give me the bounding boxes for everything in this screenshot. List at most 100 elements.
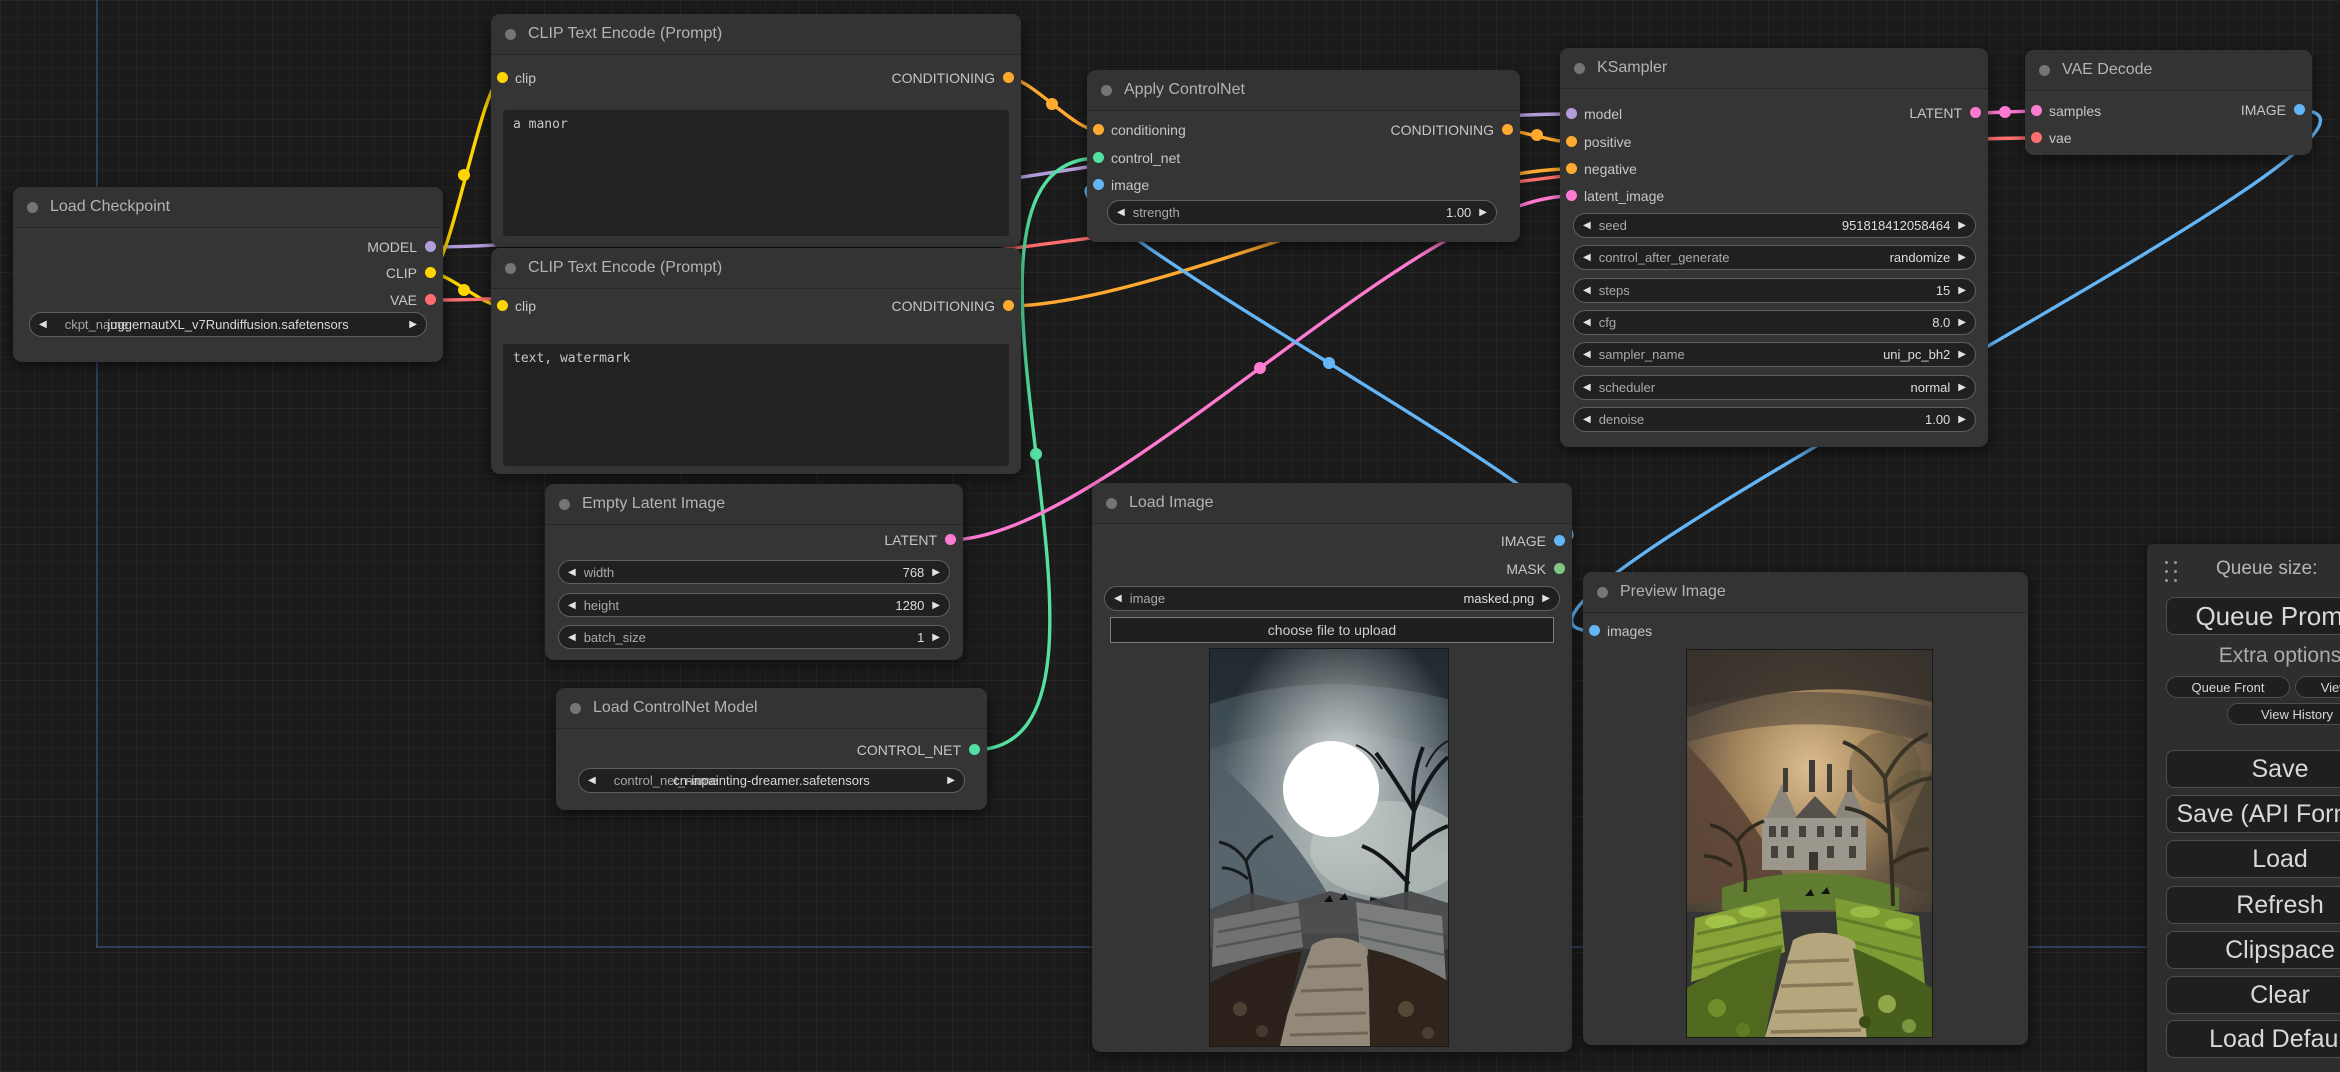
strength-widget[interactable]: ◀ strength 1.00 ▶ <box>1107 200 1497 225</box>
node-title-bar[interactable]: Load Checkpoint <box>13 187 443 228</box>
increment-icon[interactable]: ▶ <box>1958 214 1966 237</box>
decrement-icon[interactable]: ◀ <box>1117 201 1125 224</box>
decrement-icon[interactable]: ◀ <box>568 626 576 649</box>
collapse-dot-icon[interactable] <box>559 499 570 510</box>
node-title-bar[interactable]: KSampler <box>1560 48 1988 89</box>
node-title-bar[interactable]: Preview Image <box>1583 572 2028 613</box>
increment-icon[interactable]: ▶ <box>1479 201 1487 224</box>
steps-widget[interactable]: ◀ steps 15 ▶ <box>1573 278 1976 303</box>
output-slot-model[interactable] <box>425 241 436 252</box>
decrement-icon[interactable]: ◀ <box>1583 311 1591 334</box>
increment-icon[interactable]: ▶ <box>1958 246 1966 269</box>
input-slot-positive[interactable] <box>1566 136 1577 147</box>
refresh-button[interactable]: Refresh <box>2166 886 2340 924</box>
ckpt-name-widget[interactable]: ◀ ckpt_name juggernautXL_v7Rundiffusion.… <box>29 312 427 337</box>
prev-value-icon[interactable]: ◀ <box>588 769 596 792</box>
queue-front-button[interactable]: Queue Front <box>2166 676 2290 698</box>
node-title-bar[interactable]: Apply ControlNet <box>1087 70 1520 111</box>
collapse-dot-icon[interactable] <box>1101 85 1112 96</box>
decrement-icon[interactable]: ◀ <box>568 594 576 617</box>
drag-handle-icon[interactable] <box>2165 561 2178 584</box>
collapse-dot-icon[interactable] <box>505 263 516 274</box>
node-title-bar[interactable]: CLIP Text Encode (Prompt) <box>491 14 1021 55</box>
output-slot-clip[interactable] <box>425 267 436 278</box>
node-load-checkpoint[interactable]: Load Checkpoint MODEL CLIP VAE ◀ ckpt_na… <box>13 187 443 362</box>
output-slot-image[interactable] <box>1554 535 1565 546</box>
input-slot-latent-image[interactable] <box>1566 190 1577 201</box>
next-value-icon[interactable]: ▶ <box>1542 587 1550 610</box>
node-load-image[interactable]: Load Image IMAGE MASK ◀ image masked.png… <box>1092 483 1572 1052</box>
view-history-button[interactable]: View History <box>2227 703 2340 725</box>
cfg-widget[interactable]: ◀ cfg 8.0 ▶ <box>1573 310 1976 335</box>
queue-prompt-button[interactable]: Queue Prompt <box>2166 597 2340 635</box>
collapse-dot-icon[interactable] <box>2039 65 2050 76</box>
decrement-icon[interactable]: ◀ <box>1583 214 1591 237</box>
width-widget[interactable]: ◀ width 768 ▶ <box>558 560 950 584</box>
output-slot-conditioning[interactable] <box>1003 72 1014 83</box>
clipspace-button[interactable]: Clipspace <box>2166 931 2340 969</box>
node-clip-text-encode-negative[interactable]: CLIP Text Encode (Prompt) clip CONDITION… <box>491 248 1021 474</box>
increment-icon[interactable]: ▶ <box>932 594 940 617</box>
node-ksampler[interactable]: KSampler model positive negative latent_… <box>1560 48 1988 447</box>
image-file-widget[interactable]: ◀ image masked.png ▶ <box>1104 586 1560 611</box>
decrement-icon[interactable]: ◀ <box>1583 279 1591 302</box>
node-title-bar[interactable]: Load Image <box>1092 483 1572 524</box>
increment-icon[interactable]: ▶ <box>1958 311 1966 334</box>
node-empty-latent-image[interactable]: Empty Latent Image LATENT ◀ width 768 ▶ … <box>545 484 963 660</box>
node-title-bar[interactable]: CLIP Text Encode (Prompt) <box>491 248 1021 289</box>
decrement-icon[interactable]: ◀ <box>1583 376 1591 399</box>
sampler-name-widget[interactable]: ◀ sampler_name uni_pc_bh2 ▶ <box>1573 342 1976 367</box>
collapse-dot-icon[interactable] <box>27 202 38 213</box>
output-slot-latent[interactable] <box>1970 107 1981 118</box>
input-slot-control-net[interactable] <box>1093 152 1104 163</box>
node-preview-image[interactable]: Preview Image images <box>1583 572 2028 1045</box>
collapse-dot-icon[interactable] <box>1574 63 1585 74</box>
collapse-dot-icon[interactable] <box>1597 587 1608 598</box>
node-load-controlnet-model[interactable]: Load ControlNet Model CONTROL_NET ◀ cont… <box>556 688 987 810</box>
batch-size-widget[interactable]: ◀ batch_size 1 ▶ <box>558 625 950 649</box>
output-slot-conditioning[interactable] <box>1003 300 1014 311</box>
output-slot-mask[interactable] <box>1554 563 1565 574</box>
increment-icon[interactable]: ▶ <box>1958 408 1966 431</box>
decrement-icon[interactable]: ◀ <box>568 561 576 584</box>
decrement-icon[interactable]: ◀ <box>1583 246 1591 269</box>
prompt-textarea[interactable]: a manor <box>503 110 1009 236</box>
height-widget[interactable]: ◀ height 1280 ▶ <box>558 593 950 617</box>
node-title-bar[interactable]: VAE Decode <box>2025 50 2312 91</box>
output-slot-conditioning[interactable] <box>1502 124 1513 135</box>
clear-button[interactable]: Clear <box>2166 976 2340 1014</box>
next-value-icon[interactable]: ▶ <box>947 769 955 792</box>
collapse-dot-icon[interactable] <box>570 703 581 714</box>
prev-value-icon[interactable]: ◀ <box>1114 587 1122 610</box>
next-value-icon[interactable]: ▶ <box>409 313 417 336</box>
control-net-name-widget[interactable]: ◀ control_net_name cn-inpainting-dreamer… <box>578 768 965 793</box>
collapse-dot-icon[interactable] <box>1106 498 1117 509</box>
input-slot-image[interactable] <box>1093 179 1104 190</box>
loaded-image-preview[interactable] <box>1210 649 1448 1046</box>
scheduler-widget[interactable]: ◀ scheduler normal ▶ <box>1573 375 1976 400</box>
view-queue-button[interactable]: View Queue <box>2295 676 2340 698</box>
output-slot-vae[interactable] <box>425 294 436 305</box>
node-title-bar[interactable]: Load ControlNet Model <box>556 688 987 729</box>
node-vae-decode[interactable]: VAE Decode samples vae IMAGE <box>2025 50 2312 155</box>
load-button[interactable]: Load <box>2166 840 2340 878</box>
denoise-widget[interactable]: ◀ denoise 1.00 ▶ <box>1573 407 1976 432</box>
input-slot-images[interactable] <box>1589 625 1600 636</box>
node-apply-controlnet[interactable]: Apply ControlNet conditioning control_ne… <box>1087 70 1520 242</box>
input-slot-vae[interactable] <box>2031 132 2042 143</box>
increment-icon[interactable]: ▶ <box>932 561 940 584</box>
increment-icon[interactable]: ▶ <box>932 626 940 649</box>
seed-widget[interactable]: ◀ seed 951818412058464 ▶ <box>1573 213 1976 238</box>
increment-icon[interactable]: ▶ <box>1958 343 1966 366</box>
increment-icon[interactable]: ▶ <box>1958 376 1966 399</box>
prev-value-icon[interactable]: ◀ <box>39 313 47 336</box>
node-title-bar[interactable]: Empty Latent Image <box>545 484 963 525</box>
prompt-textarea[interactable]: text, watermark <box>503 344 1009 466</box>
load-default-button[interactable]: Load Default <box>2166 1020 2340 1058</box>
save-button[interactable]: Save <box>2166 750 2340 788</box>
generated-image-preview[interactable] <box>1687 650 1932 1037</box>
choose-file-button[interactable]: choose file to upload <box>1110 617 1554 643</box>
node-clip-text-encode-positive[interactable]: CLIP Text Encode (Prompt) clip CONDITION… <box>491 14 1021 247</box>
collapse-dot-icon[interactable] <box>505 29 516 40</box>
decrement-icon[interactable]: ◀ <box>1583 343 1591 366</box>
